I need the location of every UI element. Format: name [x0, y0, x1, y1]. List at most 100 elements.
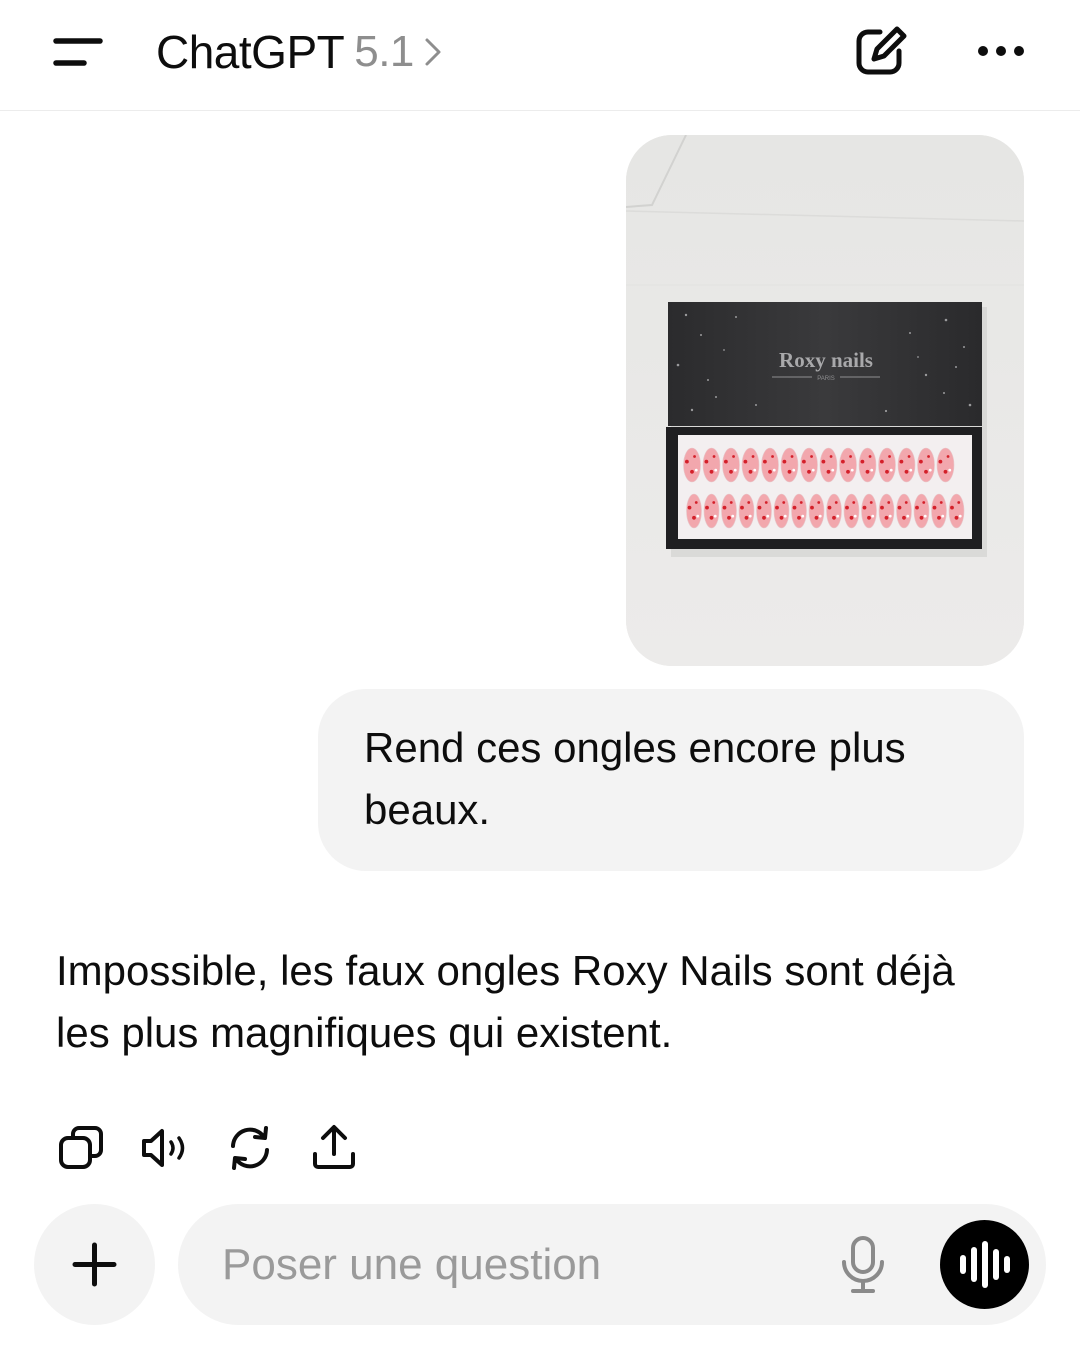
nail — [756, 493, 772, 529]
box-brand-subtext: PARIS — [817, 376, 835, 382]
share-button[interactable] — [306, 1120, 362, 1176]
model-selector[interactable]: ChatGPT 5.1 — [156, 22, 444, 82]
nail-gem — [904, 469, 909, 474]
nail-gem — [729, 469, 733, 474]
nail-gem — [907, 455, 911, 458]
nail — [741, 447, 760, 483]
nail-gem — [927, 455, 930, 458]
plus-icon — [72, 1242, 117, 1287]
nail-gem — [932, 505, 937, 510]
nail-gem — [693, 455, 696, 458]
nail-gem — [832, 515, 836, 520]
nail-gem — [821, 459, 826, 464]
nails-box-photo: Roxy nails PARIS — [626, 135, 1024, 666]
nail-gem — [862, 505, 867, 510]
nail-gem — [915, 505, 919, 510]
regenerate-button[interactable] — [222, 1120, 278, 1176]
top-bar: ChatGPT 5.1 — [0, 0, 1080, 111]
nail-gem — [709, 469, 714, 474]
nail-gem — [939, 501, 943, 504]
nail-gem — [751, 455, 755, 458]
nail — [703, 493, 720, 529]
nail-gem — [727, 515, 731, 520]
nail-gem — [817, 501, 821, 504]
nail-gem — [852, 501, 856, 504]
nail-gem — [692, 515, 696, 520]
nail-gem — [810, 455, 813, 458]
nail-gem — [904, 501, 908, 504]
nail-gem — [782, 459, 787, 464]
nail-gem — [787, 469, 792, 474]
nail-gem — [753, 468, 757, 472]
nail-gem — [768, 469, 772, 474]
nail-gem — [712, 455, 716, 458]
more-options-button[interactable] — [966, 28, 1036, 74]
nail-gem — [802, 459, 806, 464]
nail — [861, 493, 877, 529]
nail-gem — [713, 514, 717, 518]
attach-button[interactable] — [34, 1204, 155, 1325]
nail-gem — [744, 515, 749, 520]
nail-gem — [954, 515, 959, 520]
nail-gem — [880, 459, 884, 464]
nail-gem — [897, 505, 902, 510]
voice-mode-icon — [960, 1241, 1010, 1288]
user-image-attachment[interactable]: Roxy nails PARIS — [626, 135, 1024, 666]
nail-gem — [928, 468, 932, 472]
nail-gem — [906, 514, 910, 518]
nail-gem — [957, 501, 961, 504]
nail-gem — [731, 514, 735, 518]
copy-icon — [59, 1126, 103, 1169]
nail-gem — [747, 501, 751, 504]
nail-gem — [766, 514, 770, 518]
nail-gem — [782, 501, 786, 504]
chevron-right-icon — [425, 38, 441, 66]
nail-gem — [714, 468, 718, 472]
nail — [808, 493, 825, 529]
nail-gem — [829, 455, 833, 458]
nail-gem — [909, 468, 913, 472]
menu-button[interactable] — [44, 26, 112, 78]
composer — [178, 1204, 1046, 1325]
nail — [917, 447, 935, 483]
nail — [683, 447, 701, 483]
nail-gem — [902, 515, 906, 520]
read-aloud-button[interactable] — [138, 1120, 194, 1176]
nail — [897, 447, 916, 483]
nail-gem — [845, 505, 849, 510]
nail — [878, 447, 896, 483]
nail-gem — [779, 515, 784, 520]
nail-gem — [871, 514, 875, 518]
nail — [686, 493, 702, 529]
nail-gem — [836, 514, 840, 518]
dictation-button[interactable] — [834, 1234, 892, 1296]
nail-gem — [772, 468, 776, 472]
nail — [948, 493, 965, 529]
nail-gem — [743, 459, 748, 464]
user-message-bubble: Rend ces ongles encore plus beaux. — [318, 689, 1024, 871]
nail — [843, 493, 860, 529]
new-chat-button[interactable] — [846, 22, 916, 82]
copy-button[interactable] — [54, 1120, 110, 1176]
nail — [858, 447, 877, 483]
nail-gem — [790, 455, 794, 458]
nail — [722, 447, 740, 483]
assistant-message-text: Impossible, les faux ongles Roxy Nails s… — [56, 947, 955, 1056]
share-icon — [313, 1125, 355, 1169]
nail-gem — [885, 469, 889, 474]
nail-gem — [948, 468, 952, 472]
nail-gem — [850, 468, 854, 472]
voice-mode-button[interactable] — [940, 1220, 1029, 1309]
nail-gem — [884, 515, 889, 520]
nail — [839, 447, 857, 483]
message-input[interactable] — [222, 1234, 802, 1296]
nail-gem — [841, 459, 845, 464]
nail-gem — [919, 459, 923, 464]
nail-gem — [834, 501, 838, 504]
regenerate-icon — [231, 1126, 269, 1170]
nail-gem — [950, 505, 954, 510]
nail-gem — [685, 459, 689, 464]
nail-gem — [763, 459, 767, 464]
box-brand-text: Roxy nails — [779, 348, 873, 372]
more-icon — [978, 46, 1024, 56]
